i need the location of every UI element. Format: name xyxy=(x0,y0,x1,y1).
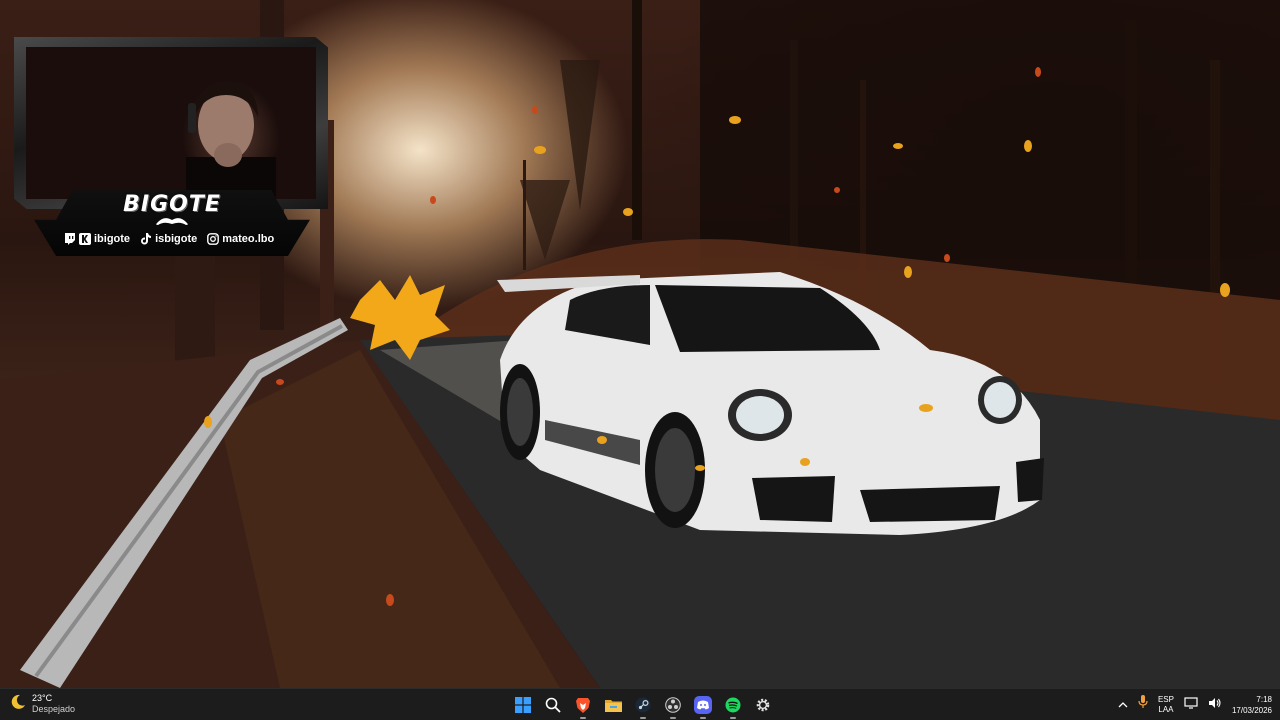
windows-logo-icon xyxy=(515,697,531,713)
kick-icon xyxy=(79,233,91,245)
spotify-button[interactable] xyxy=(721,693,745,719)
obs-studio-button[interactable] xyxy=(661,693,685,719)
twitch-icon xyxy=(64,233,76,245)
social-instagram: mateo.lbo xyxy=(207,233,274,245)
instagram-icon xyxy=(207,233,220,245)
clock-date: 17/03/2026 xyxy=(1231,705,1272,715)
weather-temperature: 23°C xyxy=(32,693,53,703)
brave-icon xyxy=(576,697,590,713)
network-icon[interactable] xyxy=(1184,696,1198,714)
start-button[interactable] xyxy=(511,693,535,717)
volume-icon[interactable] xyxy=(1208,696,1222,714)
brave-browser-button[interactable] xyxy=(571,693,595,719)
taskbar-clock[interactable]: 7:18 17/03/2026 xyxy=(1232,694,1272,716)
moon-icon xyxy=(10,694,26,715)
weather-condition: Despejado xyxy=(32,704,76,714)
twitch-handle: ibigote xyxy=(94,233,131,245)
steam-icon xyxy=(635,697,651,713)
tiktok-handle: isbigote xyxy=(155,233,198,245)
webcam-overlay-frame xyxy=(14,37,328,209)
taskbar-apps xyxy=(511,693,775,719)
search-icon xyxy=(545,697,561,713)
microphone-icon[interactable] xyxy=(1138,695,1148,714)
social-twitch: ibigote xyxy=(64,233,130,245)
system-tray: ESP LAA 7:18 17/03/2026 xyxy=(1118,689,1272,720)
mustache-icon xyxy=(156,218,188,225)
instagram-handle: mateo.lbo xyxy=(222,233,275,245)
social-tiktok: isbigote xyxy=(140,233,197,245)
spotify-icon xyxy=(725,697,741,713)
obs-icon xyxy=(665,697,681,713)
search-button[interactable] xyxy=(541,693,565,717)
taskbar: 23°C Despejado ESP LAA 7:18 17/03/2026 xyxy=(0,688,1280,720)
weather-text: 23°C Despejado xyxy=(32,693,75,715)
file-explorer-button[interactable] xyxy=(601,693,625,717)
weather-widget[interactable]: 23°C Despejado xyxy=(10,693,75,715)
gear-icon xyxy=(756,698,770,712)
input-language-indicator[interactable]: ESP LAA xyxy=(1158,695,1174,715)
discord-button[interactable] xyxy=(691,693,715,719)
streamer-silhouette xyxy=(186,81,276,199)
language-code: ESP xyxy=(1157,694,1174,704)
tiktok-icon xyxy=(140,233,152,245)
keyboard-layout: LAA xyxy=(1158,704,1174,714)
show-hidden-icons-chevron-icon[interactable] xyxy=(1118,696,1128,714)
steam-button[interactable] xyxy=(631,693,655,719)
brand-name: BIGOTE xyxy=(123,192,221,217)
discord-icon xyxy=(694,696,712,714)
clock-time: 7:18 xyxy=(1256,694,1272,704)
webcam-feed xyxy=(26,47,316,199)
streamer-brand-plate: BIGOTE ibigote isbigote mateo.lbo xyxy=(34,190,310,256)
settings-button[interactable] xyxy=(751,693,775,717)
folder-icon xyxy=(604,700,622,712)
social-links: ibigote isbigote mateo.lbo xyxy=(64,233,274,245)
